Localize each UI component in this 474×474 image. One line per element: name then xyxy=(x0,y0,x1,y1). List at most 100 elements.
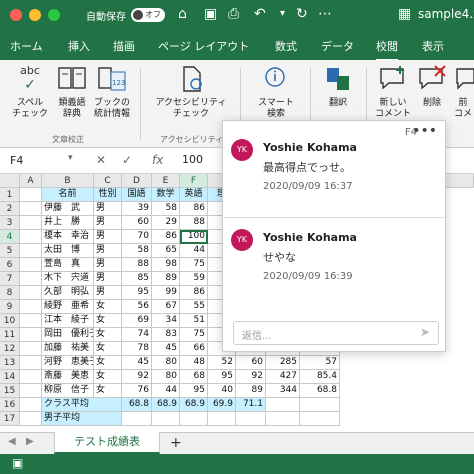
cell[interactable]: 40 xyxy=(208,384,236,398)
save-icon[interactable]: ▣ xyxy=(204,4,217,24)
cell[interactable]: 58 xyxy=(122,244,152,258)
cell[interactable]: 名前 xyxy=(42,188,94,202)
cell[interactable]: 45 xyxy=(122,356,152,370)
cell[interactable]: 男 xyxy=(94,244,122,258)
undo-icon[interactable]: ↶ xyxy=(254,4,266,24)
cell[interactable]: 100 xyxy=(180,230,208,244)
column-header-b[interactable]: B xyxy=(42,174,94,188)
cell[interactable] xyxy=(20,216,42,230)
first-sheet-icon[interactable]: ◀ xyxy=(8,436,16,447)
cell[interactable]: 69 xyxy=(122,314,152,328)
cell[interactable] xyxy=(152,412,180,426)
cell[interactable]: 60 xyxy=(122,216,152,230)
cell[interactable]: 綾野 亜希 xyxy=(42,300,94,314)
cell[interactable]: 国語 xyxy=(122,188,152,202)
cell[interactable]: 68.8 xyxy=(122,398,152,412)
tab-insert[interactable]: 挿入 xyxy=(68,38,90,54)
function-icon[interactable]: fx xyxy=(152,153,163,167)
add-sheet-button[interactable]: + xyxy=(170,435,182,451)
row-header[interactable]: 5 xyxy=(0,244,20,258)
cell[interactable]: 榎本 幸治 xyxy=(42,230,94,244)
cell[interactable]: 性別 xyxy=(94,188,122,202)
cell[interactable]: 女 xyxy=(94,328,122,342)
cell[interactable]: 女 xyxy=(94,300,122,314)
cell[interactable]: 86 xyxy=(180,202,208,216)
cell[interactable]: 92 xyxy=(122,370,152,384)
spell-check-button[interactable]: abc ✓ スペル チェック xyxy=(6,64,54,120)
cell[interactable] xyxy=(300,398,340,412)
cell[interactable]: 女 xyxy=(94,314,122,328)
cell[interactable]: 89 xyxy=(236,384,266,398)
accessibility-check-button[interactable]: アクセシビリティ チェック xyxy=(148,64,234,120)
cell[interactable]: 男 xyxy=(94,258,122,272)
cell[interactable]: 89 xyxy=(152,272,180,286)
row-header[interactable]: 15 xyxy=(0,384,20,398)
cell[interactable]: 69.9 xyxy=(208,398,236,412)
row-header[interactable]: 7 xyxy=(0,272,20,286)
cell[interactable]: 伊藤 武 xyxy=(42,202,94,216)
cell[interactable]: 80 xyxy=(152,370,180,384)
last-sheet-icon[interactable]: ▶ xyxy=(26,436,34,447)
more-icon[interactable]: ⋯ xyxy=(318,4,332,24)
name-box-dropdown-icon[interactable]: ▾ xyxy=(68,153,73,163)
row-header[interactable]: 3 xyxy=(0,216,20,230)
cell[interactable]: 427 xyxy=(266,370,300,384)
cell[interactable] xyxy=(20,230,42,244)
cell[interactable]: 57 xyxy=(300,356,340,370)
row-header[interactable]: 8 xyxy=(0,286,20,300)
cell[interactable]: 井上 勝 xyxy=(42,216,94,230)
delete-comment-button[interactable]: 削除 xyxy=(414,64,450,109)
cell[interactable]: 45 xyxy=(152,342,180,356)
cell[interactable]: 萱島 真 xyxy=(42,258,94,272)
cell[interactable]: 68.9 xyxy=(180,398,208,412)
autosave-toggle[interactable]: オフ xyxy=(131,8,165,22)
cell[interactable]: 85 xyxy=(122,272,152,286)
cell[interactable]: 67 xyxy=(152,300,180,314)
cell[interactable]: 86 xyxy=(180,286,208,300)
cell[interactable]: 56 xyxy=(122,300,152,314)
row-header[interactable]: 16 xyxy=(0,398,20,412)
cell[interactable] xyxy=(266,398,300,412)
cell[interactable]: 55 xyxy=(180,300,208,314)
cell[interactable]: 39 xyxy=(122,202,152,216)
row-header[interactable]: 11 xyxy=(0,328,20,342)
cell[interactable]: 女 xyxy=(94,370,122,384)
translate-button[interactable]: 翻訳 xyxy=(316,64,360,109)
cell[interactable] xyxy=(236,412,266,426)
cell[interactable] xyxy=(180,412,208,426)
row-header[interactable]: 13 xyxy=(0,356,20,370)
cell[interactable]: 83 xyxy=(152,328,180,342)
cell[interactable] xyxy=(20,202,42,216)
cell[interactable]: 71.1 xyxy=(236,398,266,412)
cell[interactable]: 女 xyxy=(94,384,122,398)
row-header[interactable]: 9 xyxy=(0,300,20,314)
cell[interactable]: 68.8 xyxy=(300,384,340,398)
cell[interactable]: 男 xyxy=(94,202,122,216)
sheet-tab[interactable]: テスト成績表 xyxy=(54,432,160,454)
cell[interactable]: 76 xyxy=(122,384,152,398)
cell[interactable] xyxy=(208,412,236,426)
row-header[interactable]: 4 xyxy=(0,230,20,244)
cell[interactable]: 江本 綾子 xyxy=(42,314,94,328)
cell[interactable]: 男 xyxy=(94,216,122,230)
row-header[interactable]: 10 xyxy=(0,314,20,328)
cell[interactable] xyxy=(20,384,42,398)
cell[interactable]: 86 xyxy=(152,230,180,244)
cell[interactable]: 95 xyxy=(208,370,236,384)
tab-data[interactable]: データ xyxy=(321,38,354,54)
close-window-button[interactable] xyxy=(10,9,22,21)
cell[interactable] xyxy=(20,286,42,300)
redo-icon[interactable]: ↻ xyxy=(296,4,308,24)
macro-record-icon[interactable]: ▣ xyxy=(12,456,23,470)
cell[interactable]: 加藤 祐美 xyxy=(42,342,94,356)
reply-input[interactable]: 返信... ➤ xyxy=(233,321,439,345)
tab-formulas[interactable]: 数式 xyxy=(275,38,297,54)
cell[interactable]: 男 xyxy=(94,230,122,244)
cell[interactable]: 59 xyxy=(180,272,208,286)
cell[interactable] xyxy=(20,328,42,342)
cell[interactable]: 太田 博 xyxy=(42,244,94,258)
home-icon[interactable]: ⌂ xyxy=(178,4,187,24)
tab-view[interactable]: 表示 xyxy=(422,38,444,54)
zoom-window-button[interactable] xyxy=(48,9,60,21)
cell[interactable]: クラス平均 xyxy=(42,398,122,412)
